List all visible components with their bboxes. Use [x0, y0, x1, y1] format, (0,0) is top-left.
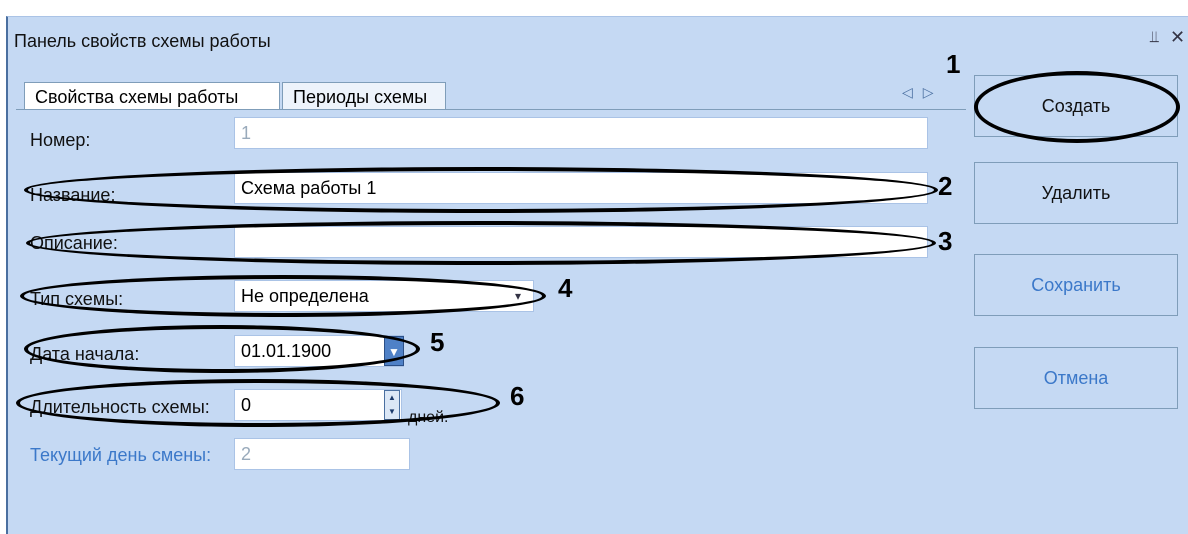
panel-titlebar: Панель свойств схемы работы ⫫ ✕ [8, 17, 1188, 57]
tab-label: Периоды схемы [293, 87, 428, 107]
number-field: 1 [234, 117, 928, 149]
pin-icon[interactable]: ⫫ [1150, 29, 1159, 47]
tab-scroll-arrows-icon[interactable]: ◁▷ [902, 84, 944, 101]
callout-number: 1 [946, 49, 961, 79]
tab-scheme-periods[interactable]: Периоды схемы [282, 82, 446, 110]
callout-number: 6 [510, 381, 525, 411]
callout-number: 3 [938, 226, 953, 256]
callout-oval-start-date [24, 325, 420, 373]
callout-oval-create [974, 71, 1180, 143]
tab-scheme-properties[interactable]: Свойства схемы работы [24, 82, 280, 110]
current-day-label: Текущий день смены: [30, 445, 212, 465]
callout-oval-scheme-type [20, 275, 546, 317]
callout-oval-duration [16, 379, 500, 427]
callout-oval-description [26, 221, 936, 265]
callout-number: 4 [558, 273, 573, 303]
save-button[interactable]: Сохранить [974, 254, 1178, 316]
panel-title: Панель свойств схемы работы [14, 31, 271, 51]
delete-button[interactable]: Удалить [974, 162, 1178, 224]
callout-oval-name [24, 167, 938, 213]
properties-panel: Панель свойств схемы работы ⫫ ✕ Свойства… [6, 16, 1188, 534]
tab-label: Свойства схемы работы [35, 87, 239, 107]
number-label: Номер: [30, 130, 91, 150]
current-day-field: 2 [234, 438, 410, 470]
callout-number: 5 [430, 327, 445, 357]
callout-number: 2 [938, 171, 953, 201]
cancel-button[interactable]: Отмена [974, 347, 1178, 409]
tab-baseline [16, 109, 966, 110]
close-icon[interactable]: ✕ [1170, 27, 1185, 48]
